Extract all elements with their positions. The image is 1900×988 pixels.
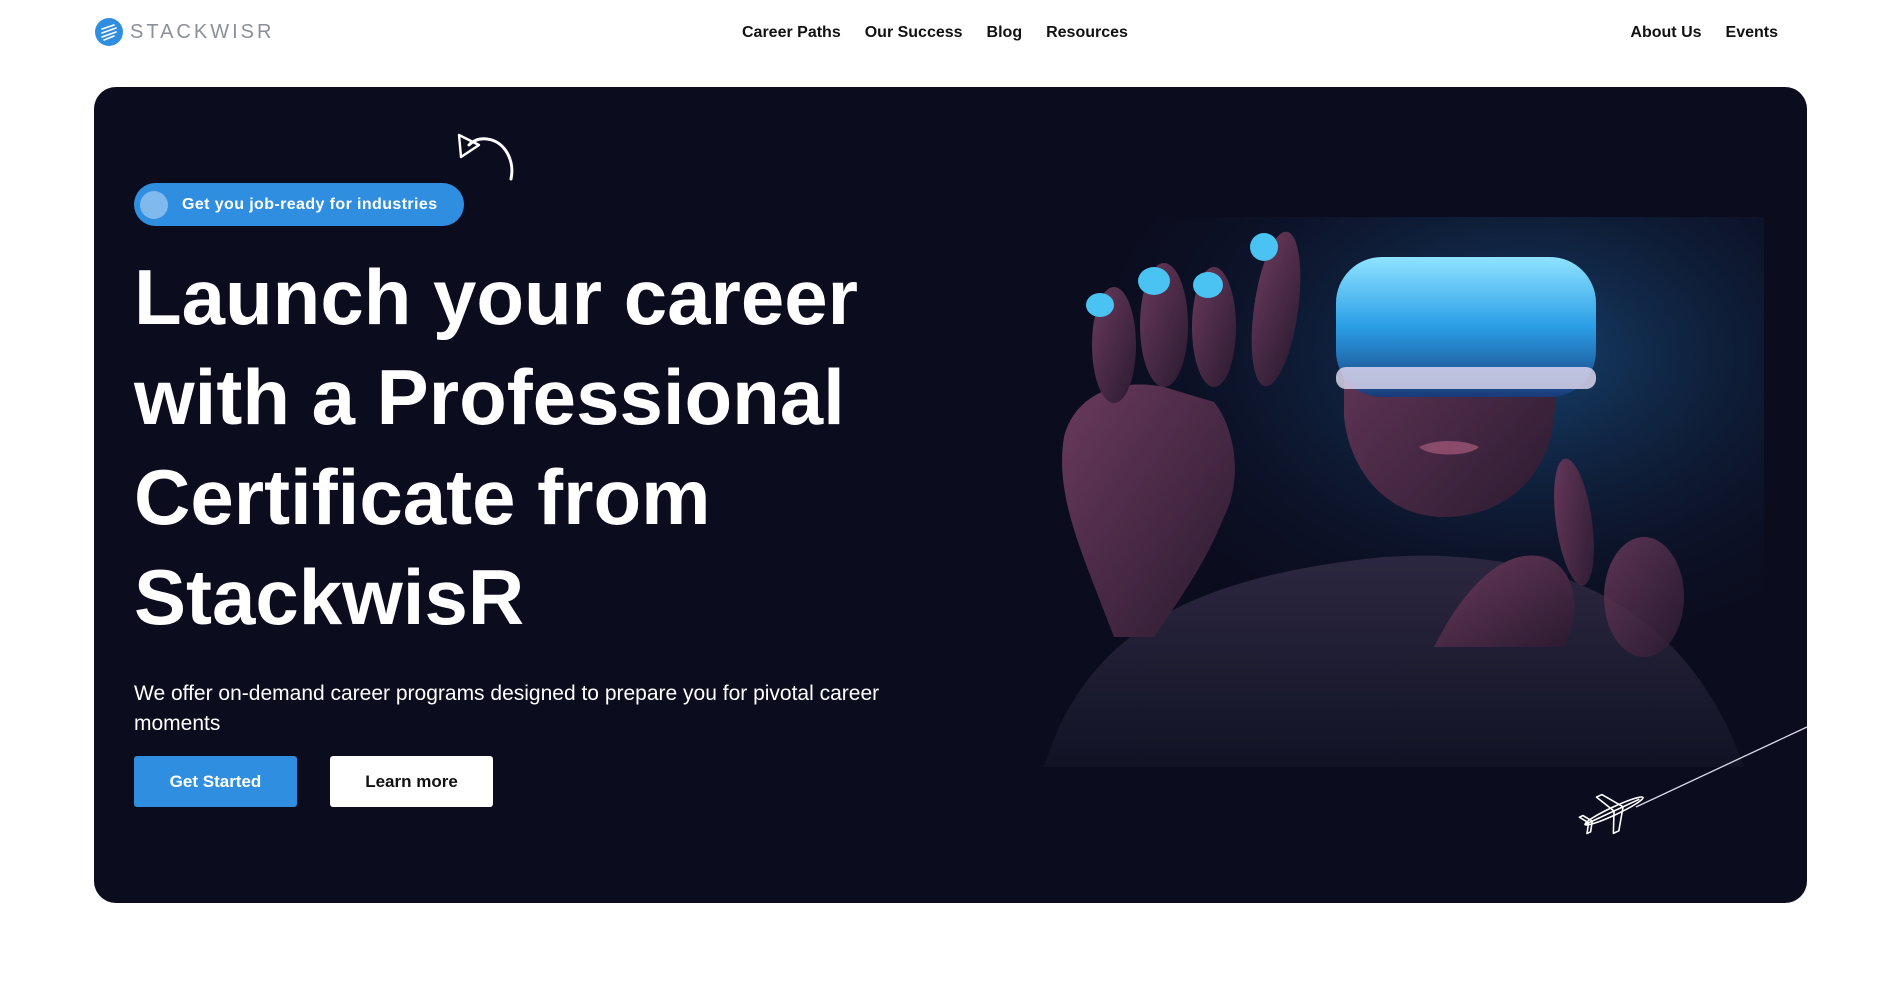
nav-our-success[interactable]: Our Success (865, 24, 963, 42)
nav-career-paths[interactable]: Career Paths (742, 24, 841, 42)
headline-line-3: Certificate from (134, 453, 711, 541)
primary-nav: Career Paths Our Success Blog Resources (742, 24, 1128, 42)
curved-arrow-icon (457, 133, 514, 181)
job-ready-badge: Get you job-ready for industries (134, 183, 464, 226)
airplane-flight-path (1578, 726, 1807, 835)
secondary-nav: About Us Events (1630, 24, 1778, 42)
badge-text: Get you job-ready for industries (182, 195, 438, 213)
headline-line-4: StackwisR (134, 553, 525, 641)
headline-line-1: Launch your career (134, 253, 858, 341)
hero-section: Get you job-ready for industries Launch … (94, 87, 1807, 903)
nav-about-us[interactable]: About Us (1630, 24, 1701, 42)
nav-events[interactable]: Events (1726, 24, 1778, 42)
brand-name: STACKWISR (130, 20, 275, 43)
brand-logo[interactable]: STACKWISR (94, 17, 274, 47)
airplane-icon (1578, 793, 1644, 835)
learn-more-button[interactable]: Learn more (330, 756, 493, 807)
hero-headline: Launch your career with a Professional C… (134, 247, 954, 647)
top-navigation: STACKWISR Career Paths Our Success Blog … (0, 0, 1900, 70)
badge-dot (140, 190, 168, 219)
stackwisr-logo-icon (95, 18, 123, 46)
nav-blog[interactable]: Blog (987, 24, 1023, 42)
nav-resources[interactable]: Resources (1046, 24, 1128, 42)
headline-line-2: with a Professional (134, 353, 845, 441)
hero-subtext: We offer on-demand career programs desig… (134, 682, 880, 735)
get-started-button[interactable]: Get Started (134, 756, 297, 807)
vr-headset-person-photo (964, 217, 1764, 767)
